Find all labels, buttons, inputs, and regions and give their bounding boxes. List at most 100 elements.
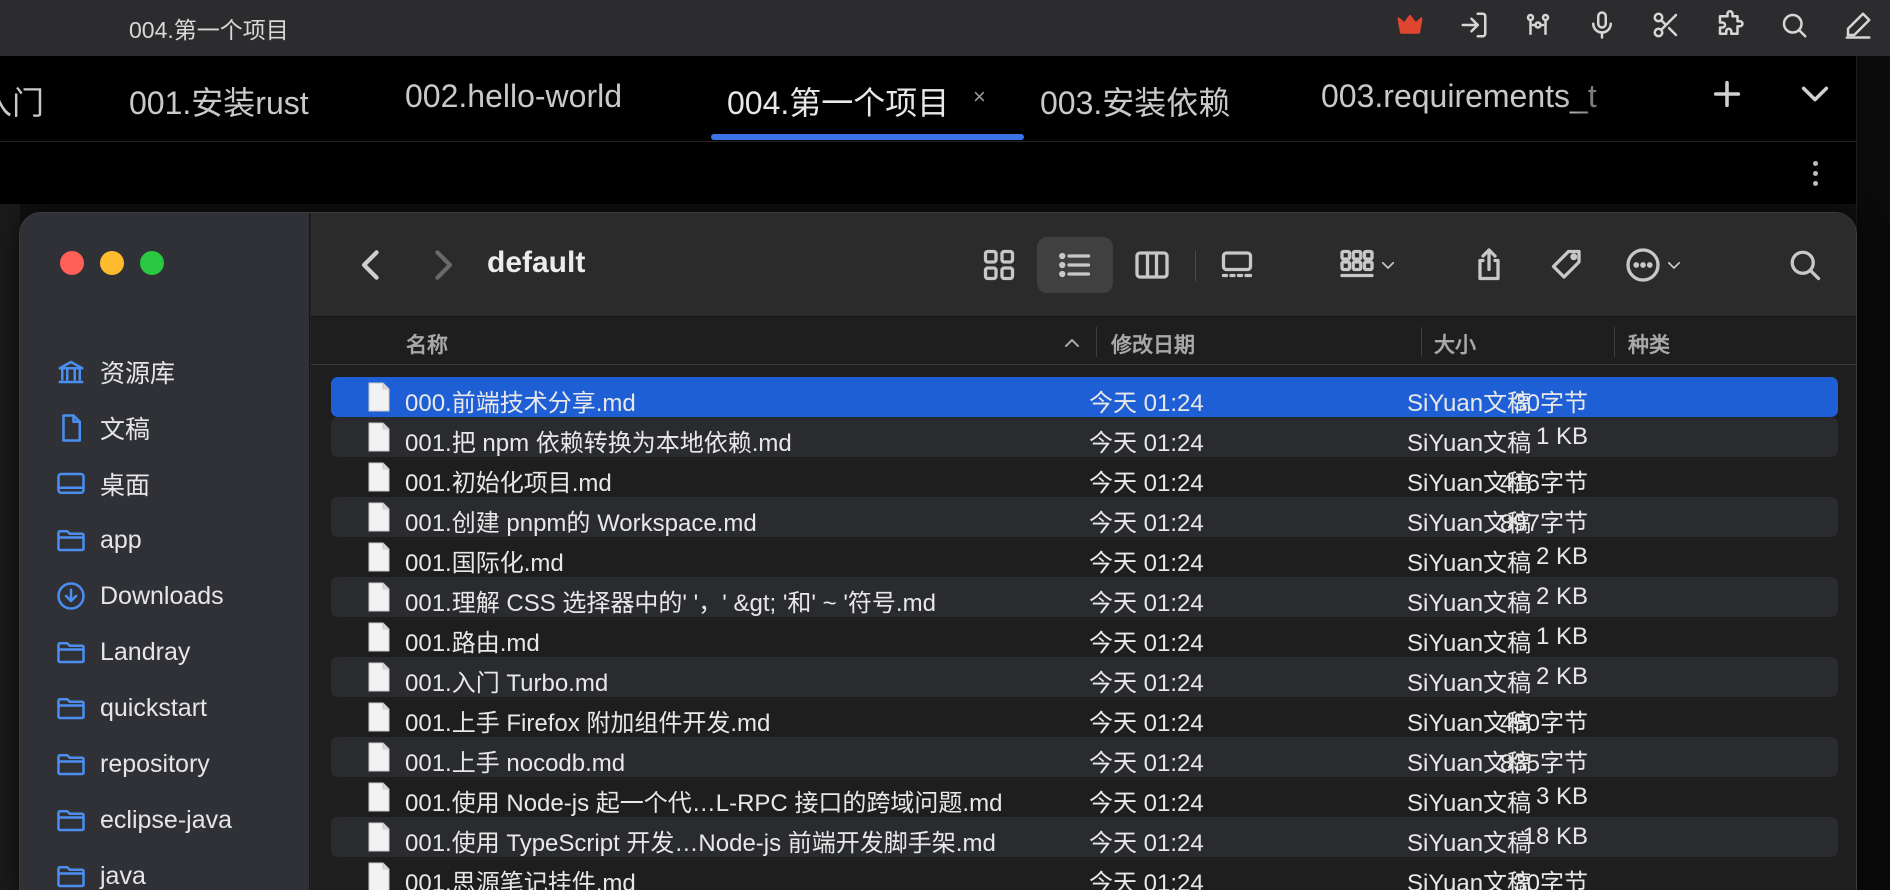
file-row[interactable]: 001.使用 TypeScript 开发…Node-js 前端开发脚手架.md 今… xyxy=(331,817,1838,857)
file-row[interactable]: 001.上手 nocodb.md 今天 01:24 835字节 SiYuan文稿 xyxy=(331,737,1838,777)
tab-hello-world[interactable]: 002.hello-world xyxy=(405,78,622,115)
plus-icon[interactable] xyxy=(1705,72,1749,116)
file-kind: SiYuan文稿 xyxy=(1407,630,1532,657)
column-view-button[interactable] xyxy=(1117,237,1187,293)
sync-icon[interactable] xyxy=(1506,8,1570,42)
tab-install-deps[interactable]: 003.安装依赖 xyxy=(1040,78,1230,124)
sidebar-item-desktop[interactable]: 桌面 xyxy=(56,464,150,504)
sidebar-item-repository[interactable]: repository xyxy=(56,744,210,784)
file-size: 2 KB xyxy=(1535,663,1588,690)
column-separator xyxy=(1096,327,1097,357)
more-actions-button[interactable] xyxy=(1611,237,1697,293)
file-name: 001.上手 Firefox 附加组件开发.md xyxy=(405,710,771,737)
file-kind: SiYuan文稿 xyxy=(1407,750,1532,777)
tab-install-rust[interactable]: 001.安装rust xyxy=(129,78,309,124)
file-icon xyxy=(368,822,390,852)
file-icon xyxy=(368,622,390,652)
file-row[interactable]: 001.创建 pnpm的 Workspace.md 今天 01:24 897字节 Si… xyxy=(331,497,1838,537)
file-icon xyxy=(368,702,390,732)
chevron-down-icon[interactable] xyxy=(1793,72,1837,116)
column-modified[interactable]: 修改日期 xyxy=(1111,329,1195,359)
sidebar-item-documents[interactable]: 文稿 xyxy=(56,408,150,448)
crown-icon[interactable] xyxy=(1378,8,1442,42)
share-button[interactable] xyxy=(1461,237,1517,293)
puzzle-icon[interactable] xyxy=(1698,8,1762,42)
minimize-window-button[interactable] xyxy=(100,251,124,275)
file-row[interactable]: 001.国际化.md 今天 01:24 2 KB SiYuan文稿 xyxy=(331,537,1838,577)
column-separator xyxy=(1421,327,1422,357)
sidebar-item-app[interactable]: app xyxy=(56,520,142,560)
file-row[interactable]: 001.路由.md 今天 01:24 1 KB SiYuan文稿 xyxy=(331,617,1838,657)
editor-toolbar xyxy=(0,142,1856,204)
file-row[interactable]: 001.入门 Turbo.md 今天 01:24 2 KB SiYuan文稿 xyxy=(331,657,1838,697)
sidebar-item-landray[interactable]: Landray xyxy=(56,632,190,672)
sidebar-item-eclipse-java[interactable]: eclipse-java xyxy=(56,800,232,840)
file-name: 001.路由.md xyxy=(405,630,540,657)
tab-intro[interactable]: 入门 xyxy=(0,78,44,124)
folder-icon xyxy=(57,810,85,832)
column-separator xyxy=(1614,327,1615,357)
file-kind: SiYuan文稿 xyxy=(1407,390,1532,417)
list-view-button[interactable] xyxy=(1037,237,1113,293)
close-window-button[interactable] xyxy=(60,251,84,275)
tab-overflow-fade xyxy=(1560,56,1660,141)
share-icon xyxy=(1478,248,1500,281)
finder-sidebar: 资源库 文稿 桌面 app Downloads Landray quicksta… xyxy=(20,213,310,890)
microphone-icon[interactable] xyxy=(1570,8,1634,42)
file-size: 18 KB xyxy=(1522,823,1588,850)
pen-icon[interactable] xyxy=(1826,8,1890,42)
more-options-icon[interactable] xyxy=(1800,156,1830,190)
chevron-down-icon xyxy=(1381,261,1395,269)
document-icon xyxy=(62,414,81,442)
column-size[interactable]: 大小 xyxy=(1434,329,1476,359)
sidebar-item-library[interactable]: 资源库 xyxy=(56,352,175,392)
back-button[interactable] xyxy=(353,245,389,285)
search-icon[interactable] xyxy=(1762,8,1826,42)
file-row[interactable]: 001.把 npm 依赖转换为本地依赖.md 今天 01:24 1 KB SiYuan… xyxy=(331,417,1838,457)
file-kind: SiYuan文稿 xyxy=(1407,710,1532,737)
file-modified: 今天 01:24 xyxy=(1089,510,1204,537)
file-modified: 今天 01:24 xyxy=(1089,710,1204,737)
column-name[interactable]: 名称 xyxy=(406,329,448,359)
folder-title: default xyxy=(487,246,586,279)
active-tab-indicator xyxy=(711,134,1024,140)
file-name: 001.使用 TypeScript 开发…Node-js 前端开发脚手架.md xyxy=(405,830,996,857)
tags-button[interactable] xyxy=(1539,237,1595,293)
finder-search-button[interactable] xyxy=(1777,237,1833,293)
tab-first-project[interactable]: 004.第一个项目 xyxy=(727,78,949,124)
tab-requirements[interactable]: 003.requirements_t xyxy=(1321,78,1597,115)
folder-icon xyxy=(57,530,85,552)
forward-button[interactable] xyxy=(425,245,461,285)
column-kind[interactable]: 种类 xyxy=(1628,329,1670,359)
file-row[interactable]: 001.使用 Node-js 起一个代…L-RPC 接口的跨域问题.md 今天 0… xyxy=(331,777,1838,817)
tab-close-button[interactable]: × xyxy=(973,84,986,110)
file-icon xyxy=(368,582,390,612)
gallery-view-button[interactable] xyxy=(1199,237,1275,293)
file-modified: 今天 01:24 xyxy=(1089,430,1204,457)
file-size: 1 KB xyxy=(1535,423,1588,450)
sidebar-item-java[interactable]: java xyxy=(56,856,146,890)
file-row[interactable]: 001.上手 Firefox 附加组件开发.md 今天 01:24 450字节 SiY… xyxy=(331,697,1838,737)
file-name: 001.初始化项目.md xyxy=(405,470,612,497)
file-modified: 今天 01:24 xyxy=(1089,470,1204,497)
folder-icon xyxy=(57,866,85,888)
file-row[interactable]: 001.理解 CSS 选择器中的' '，' &gt; '和' ~ '符号.md 今… xyxy=(331,577,1838,617)
scissors-icon[interactable] xyxy=(1634,8,1698,42)
file-icon xyxy=(368,742,390,772)
file-name: 001.把 npm 依赖转换为本地依赖.md xyxy=(405,430,792,457)
file-row[interactable]: 001.初始化项目.md 今天 01:24 416字节 SiYuan文稿 xyxy=(331,457,1838,497)
file-icon xyxy=(368,382,390,412)
sidebar-item-downloads[interactable]: Downloads xyxy=(56,576,224,616)
sidebar-item-label: app xyxy=(100,525,142,554)
file-row[interactable]: 001.思源笔记挂件.md 今天 01:24 30字节 SiYuan文稿 xyxy=(331,857,1838,890)
file-row[interactable]: 000.前端技术分享.md 今天 01:24 30字节 SiYuan文稿 xyxy=(331,377,1838,417)
file-kind: SiYuan文稿 xyxy=(1407,790,1532,817)
icon-view-button[interactable] xyxy=(967,237,1031,293)
file-kind: SiYuan文稿 xyxy=(1407,870,1532,890)
login-icon[interactable] xyxy=(1442,8,1506,42)
group-by-button[interactable] xyxy=(1329,237,1407,293)
sidebar-item-quickstart[interactable]: quickstart xyxy=(56,688,207,728)
folder-icon xyxy=(57,754,85,776)
file-kind: SiYuan文稿 xyxy=(1407,510,1532,537)
zoom-window-button[interactable] xyxy=(140,251,164,275)
